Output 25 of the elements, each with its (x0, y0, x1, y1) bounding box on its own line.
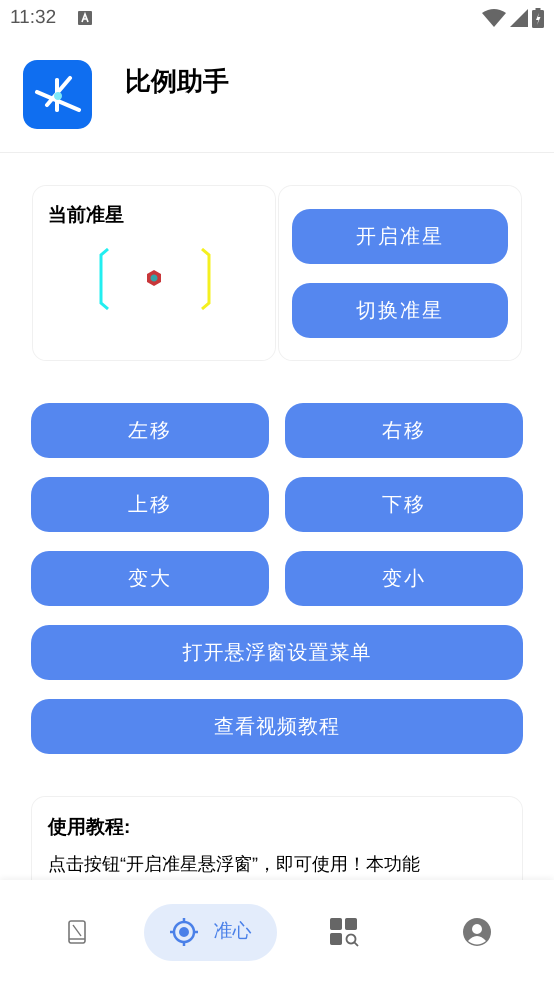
action-button[interactable]: 变大 (31, 551, 269, 606)
battery-icon (532, 8, 544, 28)
action-button[interactable]: 打开悬浮窗设置菜单 (31, 625, 523, 680)
signal-icon (510, 9, 528, 27)
action-button[interactable]: 右移 (285, 403, 523, 458)
app-title: 比例助手 (125, 65, 229, 98)
tutorial-title: 使用教程: (48, 816, 130, 840)
profile-icon (463, 918, 492, 946)
action-button[interactable]: 开启准星 (292, 209, 508, 264)
apps-search-icon (328, 917, 359, 947)
action-button[interactable]: 左移 (31, 403, 269, 458)
action-button[interactable]: 切换准星 (292, 283, 508, 338)
action-button[interactable]: 变小 (285, 551, 523, 606)
crosshair-icon (169, 917, 200, 947)
tutorial-text: 点击按钮“开启准星悬浮窗”，即可使用！本功能 (48, 852, 420, 876)
phone-icon (68, 920, 86, 944)
action-button[interactable]: 查看视频教程 (31, 699, 523, 754)
notification-icon (78, 11, 92, 25)
card-title: 当前准星 (48, 204, 124, 228)
wifi-icon (482, 9, 506, 27)
action-button[interactable]: 上移 (31, 477, 269, 532)
app-logo-icon (23, 60, 92, 129)
status-time: 11:32 (10, 6, 56, 30)
action-button[interactable]: 下移 (285, 477, 523, 532)
nav-tab[interactable]: 准心 (144, 904, 277, 960)
